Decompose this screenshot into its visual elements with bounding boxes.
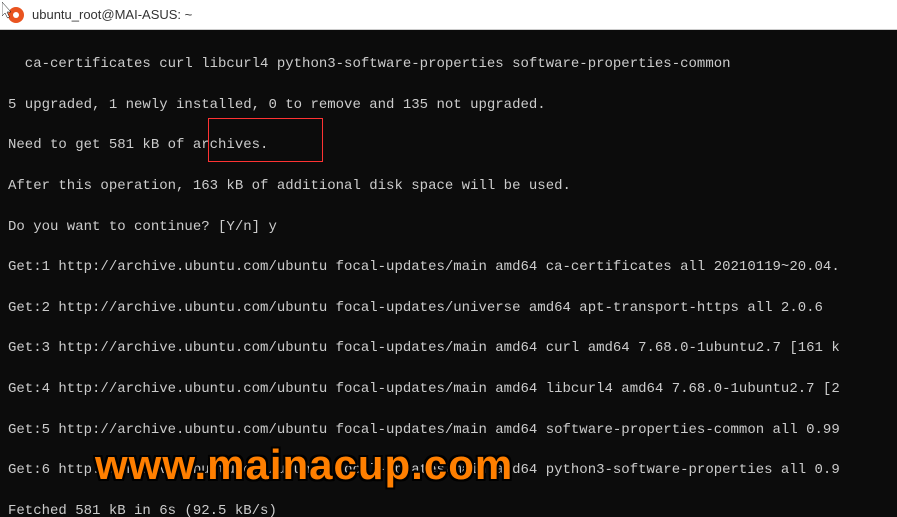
terminal-line: Get:6 http://archive.ubuntu.com/ubuntu f… (8, 460, 889, 480)
terminal-line: Get:3 http://archive.ubuntu.com/ubuntu f… (8, 338, 889, 358)
window-title: ubuntu_root@MAI-ASUS: ~ (32, 7, 192, 22)
terminal-line: Get:1 http://archive.ubuntu.com/ubuntu f… (8, 257, 889, 277)
terminal-line: Get:4 http://archive.ubuntu.com/ubuntu f… (8, 379, 889, 399)
window-title-bar[interactable]: ubuntu_root@MAI-ASUS: ~ (0, 0, 897, 30)
terminal-line: After this operation, 163 kB of addition… (8, 176, 889, 196)
terminal-line: Fetched 581 kB in 6s (92.5 kB/s) (8, 501, 889, 517)
terminal-line: ca-certificates curl libcurl4 python3-so… (8, 54, 889, 74)
terminal-output[interactable]: ca-certificates curl libcurl4 python3-so… (0, 30, 897, 517)
terminal-line: 5 upgraded, 1 newly installed, 0 to remo… (8, 95, 889, 115)
terminal-line: Get:2 http://archive.ubuntu.com/ubuntu f… (8, 298, 889, 318)
cursor-icon (2, 2, 14, 20)
terminal-line: Do you want to continue? [Y/n] y (8, 217, 889, 237)
terminal-line: Need to get 581 kB of archives. (8, 135, 889, 155)
terminal-line: Get:5 http://archive.ubuntu.com/ubuntu f… (8, 420, 889, 440)
